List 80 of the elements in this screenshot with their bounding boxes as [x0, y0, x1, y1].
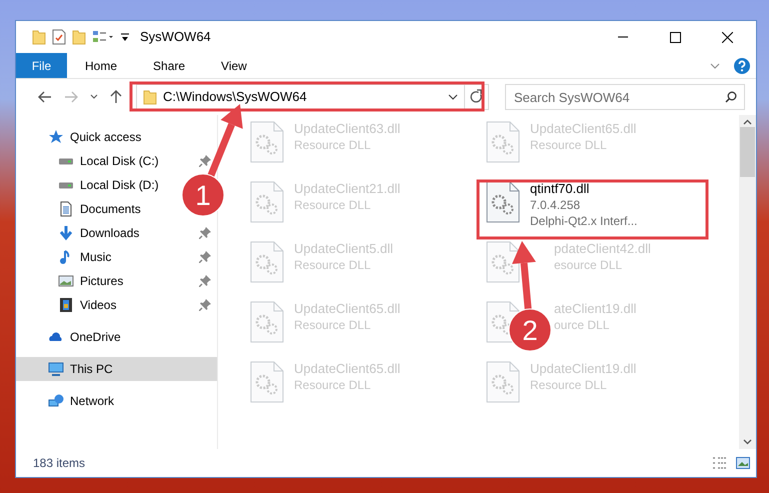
- nav-item[interactable]: Local Disk (C:): [16, 149, 217, 173]
- address-bar[interactable]: C:\Windows\SysWOW64: [136, 84, 489, 110]
- view-options-icon[interactable]: [92, 30, 114, 44]
- file-name: UpdateClient65.dll: [294, 361, 400, 377]
- file-name: UpdateClient63.dll: [294, 121, 400, 137]
- pin-icon[interactable]: [199, 275, 211, 287]
- scrollbar-thumb[interactable]: [740, 127, 755, 177]
- step-badge: [508, 308, 552, 352]
- search-icon[interactable]: [725, 91, 737, 103]
- file-name: UpdateClient65.dll: [530, 121, 636, 137]
- file-name: pdateClient42.dll: [554, 241, 651, 257]
- drive-icon: [58, 158, 74, 164]
- up-arrow-icon: [110, 90, 122, 104]
- address-path: C:\Windows\SysWOW64: [163, 88, 307, 106]
- file-name: qtintf70.dll: [530, 181, 590, 197]
- file-description: Delphi-Qt2.x Interf...: [530, 213, 638, 229]
- file-name: ateClient19.dll: [554, 301, 636, 317]
- download-arrow-icon: [58, 225, 74, 241]
- step-badge: [182, 174, 224, 216]
- picture-icon: [58, 273, 74, 289]
- caret-icon: [90, 94, 98, 100]
- file-detail: Resource DLL: [294, 137, 372, 153]
- scroll-up-icon[interactable]: [743, 119, 752, 125]
- nav-item[interactable]: Network: [16, 389, 120, 413]
- scroll-down-icon[interactable]: [743, 439, 752, 445]
- item-count: 183 items: [33, 455, 86, 472]
- pin-icon[interactable]: [199, 155, 211, 167]
- nav-item[interactable]: Pictures: [16, 269, 217, 293]
- ribbon-tab[interactable]: Share: [135, 53, 204, 78]
- nav-item[interactable]: Videos: [16, 293, 217, 317]
- back-arrow-icon: [38, 91, 52, 103]
- ribbon-tab[interactable]: Home: [67, 53, 136, 78]
- window-title: SysWOW64: [140, 28, 212, 46]
- search-field[interactable]: Search SysWOW64: [505, 84, 745, 110]
- properties-icon[interactable]: [52, 29, 66, 45]
- step-number: 1: [195, 180, 211, 211]
- details-view-icon[interactable]: [712, 457, 728, 469]
- ribbon-tab[interactable]: View: [203, 53, 265, 78]
- help-icon[interactable]: [734, 58, 750, 74]
- large-icons-view-icon[interactable]: [736, 457, 750, 469]
- nav-item[interactable]: This PC: [16, 357, 217, 381]
- pin-icon[interactable]: [199, 227, 211, 239]
- nav-item[interactable]: Documents: [16, 197, 147, 221]
- film-icon: [58, 297, 74, 313]
- file-detail: ource DLL: [554, 317, 610, 333]
- file-name: UpdateClient19.dll: [530, 361, 636, 377]
- file-detail: esource DLL: [554, 257, 624, 273]
- nav-item[interactable]: Quick access: [16, 125, 148, 149]
- nav-item[interactable]: OneDrive: [16, 325, 127, 349]
- file-detail: Resource DLL: [530, 377, 608, 393]
- forward-arrow-icon: [64, 91, 78, 103]
- nav-item[interactable]: Music: [16, 245, 217, 269]
- expand-ribbon-icon[interactable]: [710, 62, 720, 68]
- drive-icon: [58, 182, 74, 188]
- nav-item[interactable]: Local Disk (D:): [16, 173, 165, 197]
- pin-icon[interactable]: [199, 299, 211, 311]
- file-menu-tab[interactable]: File: [16, 53, 67, 78]
- step-number: 2: [522, 315, 538, 346]
- file-detail: Resource DLL: [530, 137, 608, 153]
- monitor-icon: [48, 361, 64, 377]
- close-icon: [722, 32, 732, 42]
- star-icon: [48, 129, 64, 145]
- file-detail: Resource DLL: [294, 317, 372, 333]
- minimize-icon: [618, 36, 628, 38]
- file-detail: Resource DLL: [294, 377, 372, 393]
- file-name: UpdateClient65.dll: [294, 301, 400, 317]
- customize-dropdown-icon[interactable]: [120, 32, 130, 42]
- file-detail: Resource DLL: [294, 197, 372, 213]
- file-name: UpdateClient21.dll: [294, 181, 400, 197]
- folder-icon: [143, 89, 157, 105]
- scrollbar[interactable]: [739, 115, 756, 449]
- dropdown-icon[interactable]: [448, 94, 458, 100]
- file-name: UpdateClient5.dll: [294, 241, 394, 257]
- network-icon: [48, 393, 64, 409]
- file-detail: Resource DLL: [294, 257, 372, 273]
- nav-item[interactable]: Downloads: [16, 221, 217, 245]
- file-detail: 7.0.4.258: [530, 197, 582, 213]
- pin-icon[interactable]: [199, 251, 211, 263]
- maximize-icon: [670, 32, 680, 42]
- document-icon: [58, 201, 74, 217]
